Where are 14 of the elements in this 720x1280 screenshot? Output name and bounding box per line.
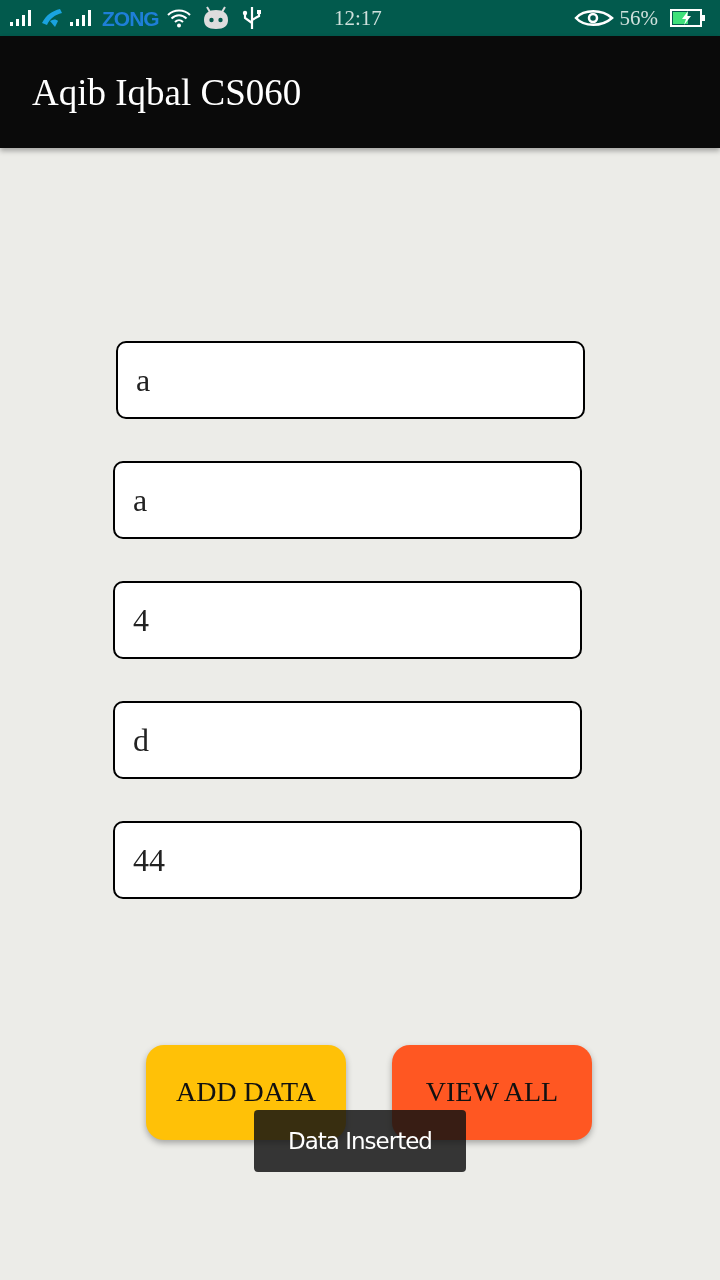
- input-field[interactable]: d: [113, 701, 582, 779]
- input-field[interactable]: 44: [113, 821, 582, 899]
- android-icon: [202, 6, 229, 30]
- wifi-icon: [166, 8, 191, 28]
- clock-time: 12:17: [334, 6, 382, 30]
- input-field[interactable]: a: [116, 341, 585, 419]
- input-field[interactable]: 4: [113, 581, 582, 659]
- carrier-logo: ZONG: [102, 7, 159, 29]
- toast-message: Data Inserted: [254, 1110, 466, 1172]
- app-title: Aqib Iqbal CS060: [32, 73, 302, 111]
- usb-icon: [240, 6, 263, 30]
- eye-icon: [573, 9, 614, 27]
- input-field[interactable]: a: [113, 461, 582, 539]
- battery-percent: 56%: [619, 6, 658, 30]
